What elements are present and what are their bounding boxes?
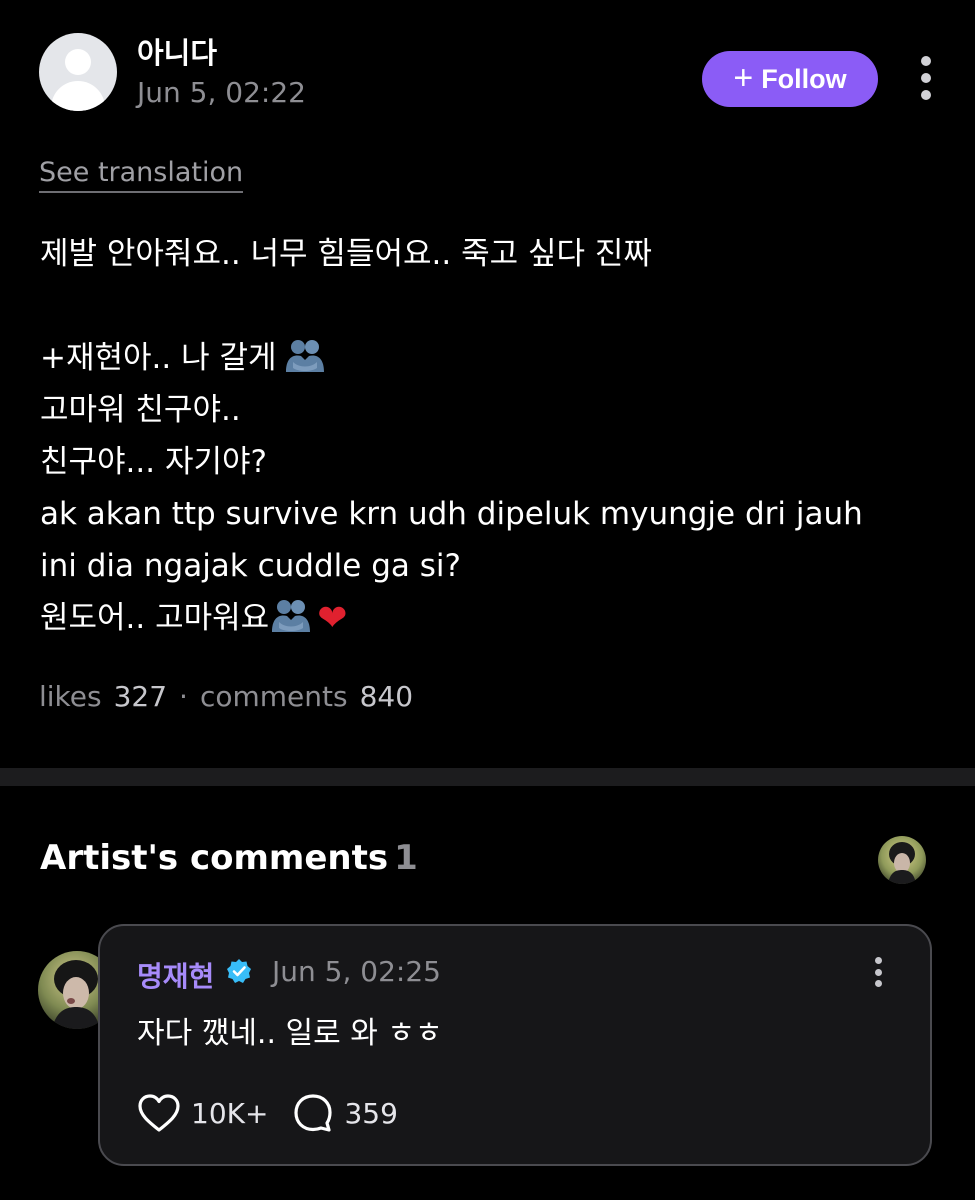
post-line: 제발 안아줘요.. 너무 힘들어요.. 죽고 싶다 진짜 (40, 236, 652, 272)
post: 아니다 Jun 5, 02:22 + Follow See translatio… (0, 0, 975, 768)
post-line: ini dia ngajak cuddle ga si? (40, 548, 461, 584)
post-line: +재현아.. 나 갈게 (40, 332, 940, 384)
author-name[interactable]: 아니다 (137, 30, 217, 72)
artist-comments-label: Artist's comments (40, 838, 389, 878)
comment-more-icon[interactable] (872, 957, 884, 987)
artist-comments-count: 1 (394, 838, 418, 878)
post-timestamp: Jun 5, 02:22 (137, 76, 306, 109)
post-line: 고마워 친구야.. (40, 392, 241, 428)
comment-actions: 10K+ 359 (137, 1093, 398, 1133)
likes-count[interactable]: 327 (114, 680, 167, 713)
red-heart-emoji: ❤ (317, 598, 348, 639)
follow-label: Follow (761, 63, 847, 94)
follow-button[interactable]: + Follow (702, 51, 878, 107)
stats-separator: · (179, 680, 188, 713)
comments-count[interactable]: 840 (360, 680, 413, 713)
heart-icon (138, 1094, 180, 1132)
comment-text: 자다 깼네.. 일로 와 ㅎㅎ (137, 1016, 443, 1051)
artist-comments-title: Artist's comments 1 (40, 838, 418, 878)
speech-bubble-icon (294, 1094, 333, 1132)
post-line-text: 원도어.. 고마워요 (40, 600, 270, 636)
plus-icon: + (733, 58, 754, 97)
comment-timestamp: Jun 5, 02:25 (272, 955, 441, 988)
people-hugging-emoji (269, 598, 313, 634)
author-avatar[interactable] (39, 33, 117, 111)
likes-label: likes (39, 680, 102, 713)
post-line-text: +재현아.. 나 갈게 (40, 340, 277, 376)
like-button[interactable]: 10K+ (137, 1093, 268, 1133)
reply-count: 359 (344, 1096, 398, 1130)
post-line: ak akan ttp survive krn udh dipeluk myun… (40, 496, 863, 532)
comments-label: comments (199, 680, 348, 713)
like-count: 10K+ (191, 1096, 269, 1130)
post-line: 원도어.. 고마워요 ❤ (40, 592, 940, 644)
see-translation-link[interactable]: See translation (39, 157, 244, 193)
post-line: 친구야... 자기야? (40, 444, 267, 480)
artist-avatar-small[interactable] (878, 836, 926, 884)
post-body: 제발 안아줘요.. 너무 힘들어요.. 죽고 싶다 진짜 +재현아.. 나 갈게… (40, 228, 940, 644)
reply-button[interactable]: 359 (292, 1093, 398, 1133)
comment-author-name[interactable]: 명재현 (137, 955, 214, 995)
verified-badge-icon (226, 958, 252, 984)
post-more-icon[interactable] (920, 56, 932, 100)
section-divider (0, 768, 975, 786)
post-stats: likes 327 · comments 840 (39, 680, 413, 713)
people-hugging-emoji (283, 338, 327, 374)
